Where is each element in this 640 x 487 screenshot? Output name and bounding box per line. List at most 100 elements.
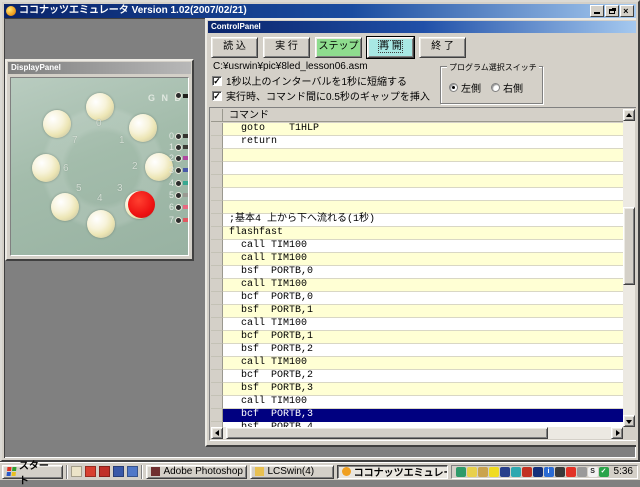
display-panel-titlebar[interactable]: DisplayPanel (8, 62, 191, 74)
listing-row[interactable]: ;基本4 上から下へ流れる(1秒) (211, 214, 623, 227)
checkbox-gap[interactable]: ✓ 実行時、コマンド間に0.5秒のギャップを挿入 (212, 88, 430, 103)
tray-icon[interactable] (456, 467, 466, 477)
listing-row[interactable]: bsf PORTB,1 (211, 305, 623, 318)
listing-row[interactable]: flashfast (211, 227, 623, 240)
row-command-text: ;基本4 上から下へ流れる(1秒) (223, 214, 623, 227)
listing-row[interactable]: bcf PORTB,1 (211, 331, 623, 344)
tray-icon[interactable] (478, 467, 488, 477)
radio-icon[interactable] (449, 83, 458, 92)
scroll-up-button[interactable] (623, 109, 635, 121)
tray-icon[interactable] (511, 467, 521, 477)
vertical-scroll-thumb[interactable] (623, 207, 635, 285)
command-button[interactable]: 実 行 (263, 37, 310, 58)
led-bulb-icon (51, 193, 79, 221)
row-command-text: call TIM100 (223, 240, 623, 253)
listing-row[interactable]: bcf PORTB,0 (211, 292, 623, 305)
listing-row[interactable]: return (211, 136, 623, 149)
restore-button[interactable] (605, 5, 619, 17)
listing-row[interactable] (211, 175, 623, 188)
tray-icon[interactable] (500, 467, 510, 477)
listing-row[interactable]: bcf PORTB,2 (211, 370, 623, 383)
task-button-emulator[interactable]: ココナッツエミュレータ V... (337, 465, 448, 479)
pin-wire (183, 168, 188, 172)
command-button[interactable]: ステップ (315, 37, 362, 58)
listing-row[interactable]: bcf PORTB,3 (211, 409, 623, 422)
scroll-right-button[interactable] (611, 427, 623, 439)
tray-icon[interactable]: ✓ (599, 467, 609, 477)
checkbox-interval[interactable]: ✓ 1秒以上のインターバルを1秒に短縮する (212, 73, 407, 88)
control-panel-window: ControlPanel 読 込 実 行 ステップ 再 開 終 了 C:¥usr… (205, 18, 636, 447)
listing-row[interactable]: goto T1HLP (211, 123, 623, 136)
listing-row[interactable] (211, 162, 623, 175)
led: 4 (87, 210, 115, 238)
command-button[interactable]: 終 了 (419, 37, 466, 58)
tray-icon[interactable] (467, 467, 477, 477)
task-label: ココナッツエミュレータ V... (354, 465, 448, 479)
minimize-button[interactable] (590, 5, 604, 17)
led-number-label: 3 (117, 183, 123, 194)
quick-launch-icon[interactable] (71, 466, 82, 477)
quick-launch-icon[interactable] (85, 466, 96, 477)
radio-option[interactable]: 左側 (449, 80, 481, 95)
close-button[interactable]: × (620, 5, 634, 17)
main-titlebar[interactable]: ココナッツエミュレータ Version 1.02(2007/02/21) × (4, 4, 636, 18)
row-header-cell (211, 214, 223, 227)
listing-row[interactable]: call TIM100 (211, 396, 623, 409)
radio-option[interactable]: 右側 (491, 80, 523, 95)
control-panel-titlebar[interactable]: ControlPanel (208, 21, 636, 33)
scroll-down-button[interactable] (623, 415, 635, 427)
scroll-left-button[interactable] (211, 427, 223, 439)
listing-row[interactable]: bsf PORTB,3 (211, 383, 623, 396)
vertical-scrollbar[interactable] (623, 109, 635, 427)
tray-icon[interactable] (489, 467, 499, 477)
tray-icon[interactable] (522, 467, 532, 477)
horizontal-scroll-thumb[interactable] (226, 427, 548, 439)
quick-launch-icon[interactable] (113, 466, 124, 477)
listing-row[interactable]: call TIM100 (211, 318, 623, 331)
tray-icon[interactable]: i (544, 467, 554, 477)
tray-icon[interactable] (555, 467, 565, 477)
listing-row[interactable]: bsf PORTB,0 (211, 266, 623, 279)
row-header-cell (211, 253, 223, 266)
row-header-cell (211, 188, 223, 201)
led-bulb-icon (43, 110, 71, 138)
led-number-label: 7 (72, 135, 78, 146)
horizontal-scrollbar[interactable] (211, 427, 623, 439)
row-command-text: call TIM100 (223, 318, 623, 331)
task-button-lcswin[interactable]: LCSwin(4) (250, 465, 333, 479)
task-button-photoshop[interactable]: Adobe Photoshop (146, 465, 247, 479)
taskbar-separator (141, 465, 143, 479)
listing-row[interactable]: bsf PORTB,2 (211, 344, 623, 357)
command-button[interactable]: 読 込 (211, 37, 258, 58)
pin-number-label: 3 (169, 165, 174, 175)
pin-number-label: 5 (169, 190, 174, 200)
pin-wire (183, 156, 188, 160)
tray-icon[interactable] (566, 467, 576, 477)
row-header-cell (211, 123, 223, 136)
checkbox-icon[interactable]: ✓ (212, 91, 222, 101)
listing-row[interactable]: call TIM100 (211, 240, 623, 253)
listing-row[interactable]: call TIM100 (211, 253, 623, 266)
row-header-cell (211, 344, 223, 357)
start-button[interactable]: スタート (2, 465, 63, 479)
pin-number-label: 7 (169, 215, 174, 225)
row-command-text: bcf PORTB,0 (223, 292, 623, 305)
listing-row[interactable]: call TIM100 (211, 279, 623, 292)
quick-launch-icon[interactable] (127, 466, 138, 477)
listing-row[interactable] (211, 149, 623, 162)
radio-icon[interactable] (491, 83, 500, 92)
tray-icon[interactable] (577, 467, 587, 477)
pin-wire (183, 218, 188, 222)
row-command-text: return (223, 136, 623, 149)
pin-connector-icon (175, 155, 182, 162)
listing-row[interactable] (211, 201, 623, 214)
tray-icon[interactable]: S (588, 467, 598, 477)
listing-row[interactable] (211, 188, 623, 201)
quick-launch-icon[interactable] (99, 466, 110, 477)
listing-row[interactable]: call TIM100 (211, 357, 623, 370)
command-button[interactable]: 再 開 (367, 37, 414, 58)
tray-icon[interactable] (533, 467, 543, 477)
pin-wire (183, 134, 188, 138)
checkbox-icon[interactable]: ✓ (212, 76, 222, 86)
row-command-text: flashfast (223, 227, 623, 240)
